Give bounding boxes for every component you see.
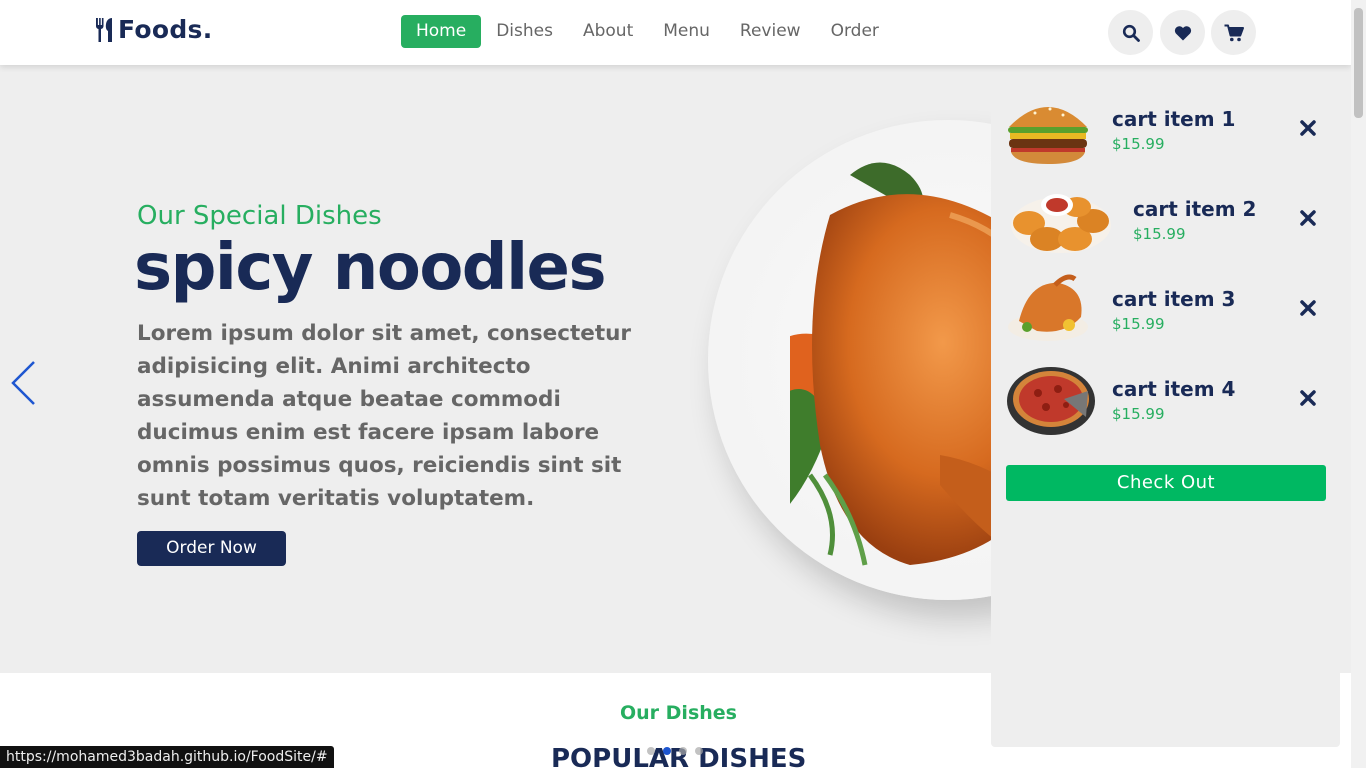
slider-pagination — [647, 747, 703, 755]
cart-item: cart item 3 $15.99 — [991, 269, 1340, 349]
cart-item: cart item 1 $15.99 — [991, 89, 1340, 169]
logo[interactable]: Foods. — [94, 15, 213, 44]
nav-about[interactable]: About — [568, 15, 648, 48]
cart-item-name: cart item 3 — [1112, 287, 1236, 311]
cart-item: cart item 4 $15.99 — [991, 359, 1340, 439]
cart-item-price: $15.99 — [1112, 405, 1165, 423]
close-icon[interactable] — [1299, 209, 1317, 227]
search-button[interactable] — [1108, 10, 1153, 55]
order-now-button[interactable]: Order Now — [137, 531, 286, 566]
slider-dot-3[interactable] — [679, 747, 687, 755]
burger-image — [1008, 107, 1088, 164]
site-header: Foods. Home Dishes About Menu Review Ord… — [0, 0, 1351, 65]
cart-item-price: $15.99 — [1112, 315, 1165, 333]
logo-text: Foods. — [118, 15, 213, 44]
nav-home[interactable]: Home — [401, 15, 482, 48]
hero-description: Lorem ipsum dolor sit amet, consectetur … — [137, 321, 632, 511]
cart-item: cart item 2 $15.99 — [991, 179, 1340, 259]
hero-title: spicy noodles — [134, 231, 607, 305]
page-scrollbar[interactable] — [1351, 0, 1366, 768]
checkout-button[interactable]: Check Out — [1006, 465, 1326, 501]
close-icon[interactable] — [1299, 389, 1317, 407]
nav-order[interactable]: Order — [816, 15, 894, 48]
cart-item-price: $15.99 — [1112, 135, 1165, 153]
nav-menu[interactable]: Menu — [648, 15, 725, 48]
section-subtitle: Our Dishes — [620, 702, 737, 724]
pizza-image — [1007, 367, 1095, 435]
cart-item-name: cart item 4 — [1112, 377, 1236, 401]
utensils-icon — [95, 17, 112, 42]
nuggets-image — [1011, 194, 1111, 253]
slider-prev-button[interactable] — [10, 360, 40, 406]
main-nav: Home Dishes About Menu Review Order — [401, 15, 894, 48]
nav-dishes[interactable]: Dishes — [481, 15, 568, 48]
heart-icon — [1174, 25, 1191, 40]
cart-item-name: cart item 1 — [1112, 107, 1236, 131]
shopping-cart-panel: cart item 1 $15.99 cart item 2 $15.99 ca… — [991, 75, 1340, 747]
cart-button[interactable] — [1211, 10, 1256, 55]
slider-dot-1[interactable] — [647, 747, 655, 755]
search-icon — [1122, 24, 1140, 42]
cart-item-price: $15.99 — [1133, 225, 1186, 243]
close-icon[interactable] — [1299, 299, 1317, 317]
cart-item-name: cart item 2 — [1133, 197, 1257, 221]
slider-dot-2[interactable] — [663, 747, 671, 755]
hero-subtitle: Our Special Dishes — [137, 201, 382, 231]
status-bar-url: https://mohamed3badah.github.io/FoodSite… — [0, 746, 334, 768]
roast-chicken-image — [1008, 274, 1088, 341]
nav-review[interactable]: Review — [725, 15, 816, 48]
scrollbar-thumb[interactable] — [1354, 8, 1363, 118]
cart-icon — [1224, 24, 1244, 41]
wishlist-button[interactable] — [1160, 10, 1205, 55]
close-icon[interactable] — [1299, 119, 1317, 137]
slider-dot-4[interactable] — [695, 747, 703, 755]
chevron-left-icon — [11, 361, 35, 405]
